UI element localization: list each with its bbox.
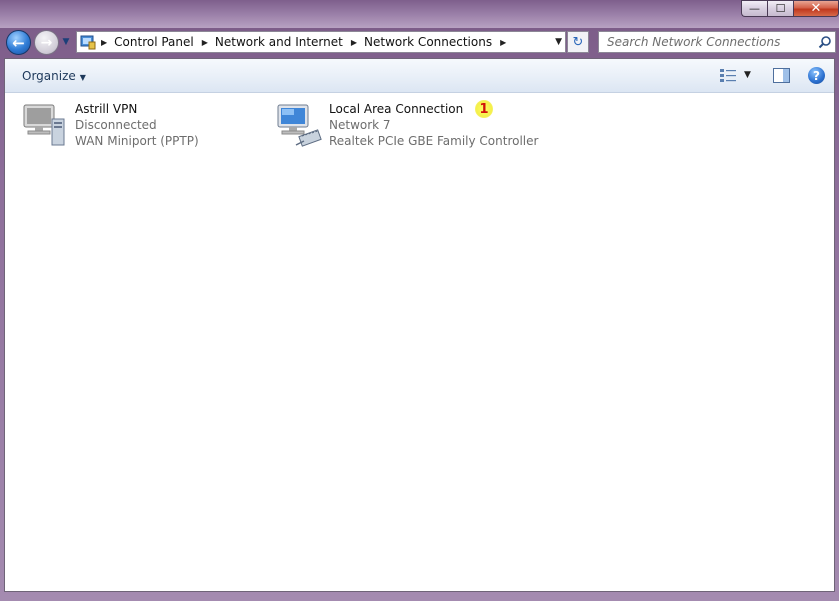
maximize-button[interactable]: ☐: [767, 0, 793, 17]
chevron-right-icon[interactable]: ▶: [351, 38, 357, 47]
connection-device: Realtek PCIe GBE Family Controller: [329, 134, 539, 148]
connection-name: Astrill VPN: [75, 102, 138, 116]
refresh-button[interactable]: ↻: [567, 31, 589, 53]
title-bar: — ☐ ✕: [0, 0, 839, 28]
connection-status: Disconnected: [75, 118, 157, 132]
chevron-right-icon[interactable]: ▶: [202, 38, 208, 47]
recent-pages-dropdown[interactable]: ▼: [61, 37, 71, 47]
breadcrumb-control-panel[interactable]: Control Panel: [114, 35, 194, 49]
breadcrumb-network-and-internet[interactable]: Network and Internet: [215, 35, 343, 49]
control-panel-icon: [80, 35, 96, 50]
help-button[interactable]: ?: [808, 67, 825, 84]
breadcrumb-network-connections[interactable]: Network Connections: [364, 35, 492, 49]
connection-details: Local Area Connection Network 7 Realtek …: [329, 101, 538, 149]
search-icon[interactable]: [818, 35, 832, 49]
connection-device: WAN Miniport (PPTP): [75, 134, 199, 148]
breadcrumb: ▶ Control Panel ▶ Network and Internet ▶…: [101, 32, 513, 52]
organize-button[interactable]: Organize ▼: [22, 69, 86, 83]
annotation-marker: 1: [475, 100, 493, 118]
search-placeholder: Search Network Connections: [607, 35, 781, 49]
organize-label: Organize: [22, 69, 76, 83]
arrow-right-icon: →: [40, 34, 53, 51]
chevron-right-icon[interactable]: ▶: [500, 38, 506, 47]
address-bar[interactable]: ▶ Control Panel ▶ Network and Internet ▶…: [76, 31, 566, 53]
search-input[interactable]: Search Network Connections: [598, 31, 836, 53]
connection-details: Astrill VPN Disconnected WAN Miniport (P…: [75, 101, 199, 149]
list-item[interactable]: Astrill VPN Disconnected WAN Miniport (P…: [22, 101, 222, 155]
change-view-icon[interactable]: [719, 68, 737, 84]
navigation-bar: ← → ▼ ▶ Control Panel ▶ Network and Inte…: [0, 28, 839, 58]
connection-name: Local Area Connection: [329, 102, 464, 116]
back-button[interactable]: ←: [6, 30, 31, 55]
view-options-dropdown[interactable]: ▼: [744, 70, 751, 80]
close-button[interactable]: ✕: [793, 0, 839, 17]
vpn-connection-icon: [23, 104, 65, 146]
chevron-right-icon[interactable]: ▶: [101, 38, 107, 47]
connections-list: Astrill VPN Disconnected WAN Miniport (P…: [5, 93, 834, 591]
minimize-button[interactable]: —: [741, 0, 767, 17]
arrow-left-icon: ←: [12, 33, 25, 52]
address-history-dropdown[interactable]: ▼: [555, 37, 562, 47]
connection-status: Network 7: [329, 118, 391, 132]
refresh-icon: ↻: [572, 34, 584, 50]
forward-button[interactable]: →: [34, 30, 59, 55]
help-icon: ?: [813, 68, 820, 83]
explorer-window: Organize ▼ ▼ ? Astrill VPN Disconnected …: [4, 58, 835, 592]
lan-connection-icon: [277, 104, 322, 147]
preview-pane-icon[interactable]: [773, 68, 790, 83]
command-bar: Organize ▼ ▼ ?: [5, 59, 834, 93]
chevron-down-icon: ▼: [79, 73, 86, 82]
caption-buttons: — ☐ ✕: [741, 0, 839, 17]
